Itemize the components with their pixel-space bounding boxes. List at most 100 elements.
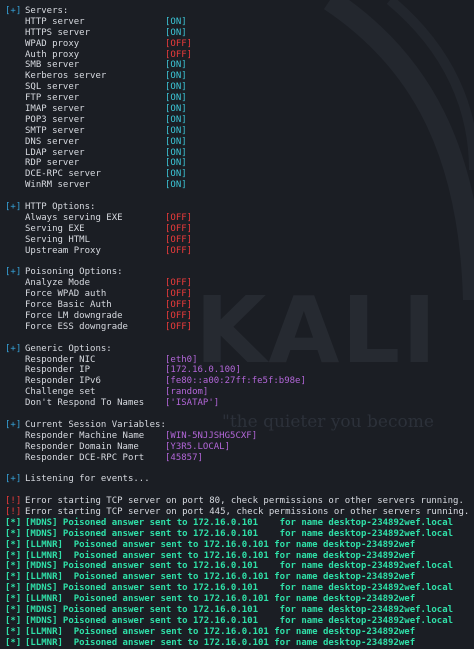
option-row: SMTP server [ON] [5, 126, 474, 137]
option-label: RDP server [25, 158, 80, 169]
option-label: SMB server [25, 60, 80, 71]
option-row: Challenge set [random] [5, 387, 474, 398]
option-label: Responder IP [25, 365, 91, 376]
option-value: [OFF] [165, 289, 193, 300]
section-header: [+] Generic Options: [5, 344, 474, 355]
option-label: HTTPS server [25, 27, 91, 38]
section-header: [+] HTTP Options: [5, 202, 474, 213]
option-value: [OFF] [165, 310, 193, 321]
event-line: [*] [MDNS] Poisoned answer sent to 172.16… [5, 583, 474, 594]
event-tag: [*] [5, 594, 22, 605]
option-value: [OFF] [165, 321, 193, 332]
option-label: HTTP server [25, 16, 85, 27]
option-row: WinRM server [ON] [5, 180, 474, 191]
option-value: [Y3R5.LOCAL] [165, 441, 231, 452]
option-value: [ON] [165, 158, 187, 169]
event-message: [LLMNR] Poisoned answer sent to 172.16.0… [25, 550, 416, 561]
event-line: [*] [MDNS] Poisoned answer sent to 172.16… [5, 529, 474, 540]
section-title: Generic Options: [25, 343, 112, 354]
event-tag: [*] [5, 626, 22, 637]
listening-tag: [+] [5, 474, 22, 485]
option-label: DNS server [25, 136, 80, 147]
option-label: Force ESS downgrade [25, 321, 128, 332]
option-row: Force ESS downgrade [OFF] [5, 322, 474, 333]
event-message: [MDNS] Poisoned answer sent to 172.16.0.… [25, 583, 454, 594]
event-message: Error starting TCP server on port 80, ch… [25, 496, 464, 507]
option-value: [OFF] [165, 38, 193, 49]
section-tag: [+] [5, 6, 22, 16]
option-row: HTTP server [ON] [5, 17, 474, 28]
option-label: Force Basic Auth [25, 300, 112, 311]
option-row: HTTPS server [ON] [5, 28, 474, 39]
section-header: [+] Servers: [5, 6, 474, 17]
option-row: Responder Domain Name [Y3R5.LOCAL] [5, 442, 474, 453]
option-label: Responder IPv6 [25, 376, 101, 387]
event-message: [MDNS] Poisoned answer sent to 172.16.0.… [25, 517, 454, 528]
option-label: WinRM server [25, 180, 91, 191]
option-label: FTP server [25, 93, 80, 104]
option-value: [ON] [165, 169, 187, 180]
option-value: [ON] [165, 16, 187, 27]
option-value: [random] [165, 387, 209, 398]
event-tag: [*] [5, 539, 22, 550]
option-row: Always serving EXE [OFF] [5, 213, 474, 224]
option-value: [ON] [165, 82, 187, 93]
event-message: Error starting TCP server on port 445, c… [25, 506, 470, 517]
option-row: SQL server [ON] [5, 82, 474, 93]
option-label: Responder Machine Name [25, 430, 145, 441]
terminal-output: [+] Servers: HTTP server [ON] HTTPS server [O… [5, 6, 474, 649]
option-row: SMB server [ON] [5, 60, 474, 71]
event-tag: [*] [5, 604, 22, 615]
option-label: SQL server [25, 82, 80, 93]
event-line: [*] [MDNS] Poisoned answer sent to 172.16… [5, 561, 474, 572]
option-row: LDAP server [ON] [5, 148, 474, 159]
event-message: [LLMNR] Poisoned answer sent to 172.16.0… [25, 539, 416, 550]
option-value: [ON] [165, 114, 187, 125]
option-label: Challenge set [25, 387, 96, 398]
option-value: [OFF] [165, 223, 193, 234]
option-label: LDAP server [25, 147, 85, 158]
option-row: Serving HTML [OFF] [5, 235, 474, 246]
option-label: Always serving EXE [25, 212, 123, 223]
section-title: Poisoning Options: [25, 267, 123, 278]
option-label: Analyze Mode [25, 278, 91, 289]
listening-text: Listening for events... [25, 474, 150, 485]
option-row: DNS server [ON] [5, 137, 474, 148]
event-tag: [*] [5, 615, 22, 626]
option-label: Force WPAD auth [25, 289, 107, 300]
option-row: Responder Machine Name [WIN-5NJJSHG5CXF] [5, 431, 474, 442]
event-tag: [!] [5, 496, 22, 507]
event-line: [*] [LLMNR] Poisoned answer sent to 172.1… [5, 638, 474, 649]
option-value: [OFF] [165, 300, 193, 311]
option-value: [ON] [165, 136, 187, 147]
option-label: Auth proxy [25, 49, 80, 60]
option-label: Serving EXE [25, 223, 85, 234]
event-line: [*] [MDNS] Poisoned answer sent to 172.16… [5, 616, 474, 627]
option-label: WPAD proxy [25, 38, 80, 49]
option-value: [45857] [165, 452, 203, 463]
option-value: [ON] [165, 93, 187, 104]
option-row: Responder DCE-RPC Port [45857] [5, 453, 474, 464]
option-row: Upstream Proxy [OFF] [5, 246, 474, 257]
option-row: IMAP server [ON] [5, 104, 474, 115]
event-line: [!] Error starting TCP server on port 80,… [5, 496, 474, 507]
event-message: [LLMNR] Poisoned answer sent to 172.16.0… [25, 572, 416, 583]
event-message: [LLMNR] Poisoned answer sent to 172.16.0… [25, 637, 416, 648]
event-line: [*] [LLMNR] Poisoned answer sent to 172.1… [5, 540, 474, 551]
option-row: Don't Respond To Names ['ISATAP'] [5, 398, 474, 409]
option-row: POP3 server [ON] [5, 115, 474, 126]
section-header: [+] Current Session Variables: [5, 420, 474, 431]
section-tag: [+] [5, 419, 22, 430]
option-value: [OFF] [165, 49, 193, 60]
option-row: DCE-RPC server [ON] [5, 169, 474, 180]
event-message: [MDNS] Poisoned answer sent to 172.16.0.… [25, 561, 454, 572]
option-label: Don't Respond To Names [25, 398, 145, 409]
option-row: FTP server [ON] [5, 93, 474, 104]
option-row: Serving EXE [OFF] [5, 224, 474, 235]
option-value: [fe80::a00:27ff:fe5f:b98e] [165, 376, 306, 387]
option-label: Responder DCE-RPC Port [25, 452, 145, 463]
